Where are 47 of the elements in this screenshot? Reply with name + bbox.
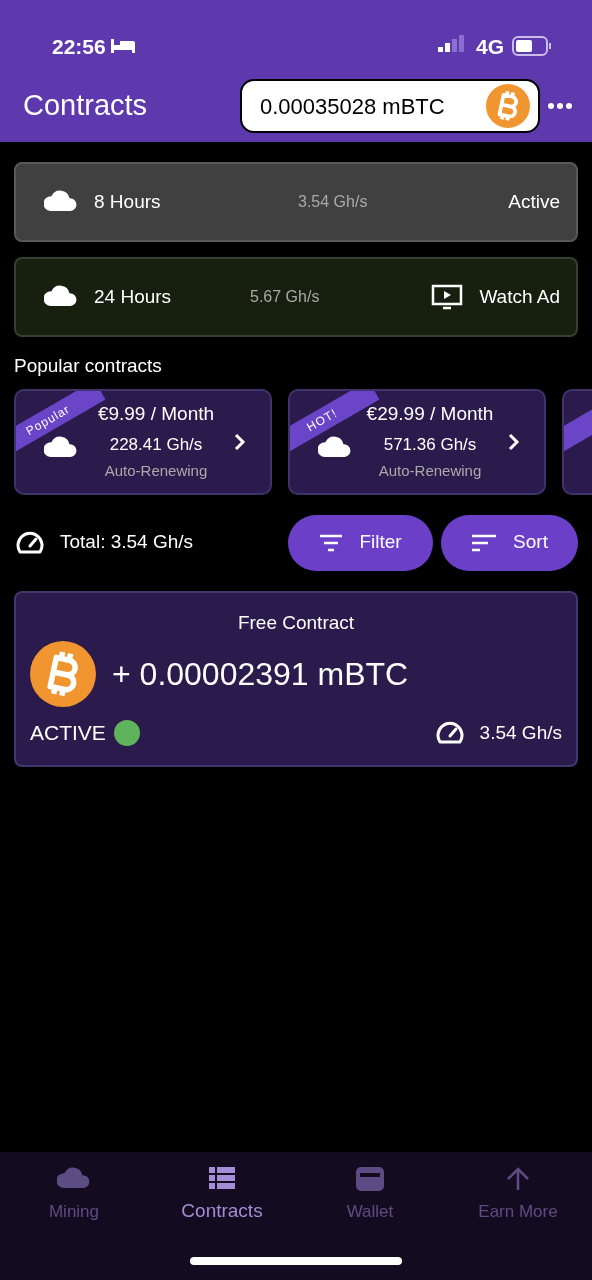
bed-icon <box>109 37 136 56</box>
wallet-icon <box>356 1167 384 1191</box>
cloud-icon <box>44 190 78 214</box>
home-indicator[interactable] <box>190 1256 402 1265</box>
plan-speed: 228.41 Gh/s <box>108 433 204 456</box>
network-type: 4G <box>476 33 504 60</box>
cloud-icon <box>44 435 78 460</box>
filter-button[interactable]: Filter <box>288 514 433 571</box>
balance-pill[interactable]: 0.00035028 mBTC <box>240 79 540 133</box>
bitcoin-icon <box>486 84 530 128</box>
cloud-icon <box>318 435 352 460</box>
chevron-icon <box>508 432 520 451</box>
list-icon <box>209 1167 235 1189</box>
speedometer-icon <box>16 530 44 555</box>
card-title: Free Contract <box>236 610 356 635</box>
contract-speed: 5.67 Gh/s <box>250 287 321 307</box>
plan-renewal: Auto-Renewing <box>377 461 483 482</box>
contract-row[interactable]: 24 Hours 5.67 Gh/s Watch Ad <box>14 257 578 337</box>
video-icon <box>431 284 464 310</box>
plan-speed: 571.36 Gh/s <box>382 433 478 456</box>
section-title: Popular contracts <box>14 354 163 378</box>
contract-status: Active <box>508 189 560 214</box>
sort-icon <box>471 533 498 552</box>
contract-status: ACTIVE <box>30 720 106 746</box>
battery-icon <box>512 36 552 57</box>
arrow-up-icon <box>506 1167 530 1191</box>
page-title: Contracts <box>22 88 148 124</box>
contract-duration: 24 Hours <box>94 284 172 309</box>
filter-icon <box>319 533 344 552</box>
plan-renewal: Auto-Renewing <box>103 461 209 482</box>
more-icon[interactable] <box>548 103 572 109</box>
contract-row[interactable]: 8 Hours 3.54 Gh/s Active <box>14 162 578 242</box>
mined-amount: + 0.00002391 mBTC <box>112 655 409 694</box>
sort-button[interactable]: Sort <box>441 514 578 571</box>
cloud-icon <box>44 285 78 309</box>
cloud-icon <box>57 1167 91 1191</box>
contract-speed: 3.54 Gh/s <box>479 720 562 745</box>
chevron-icon <box>234 432 246 451</box>
contract-speed: 3.54 Gh/s <box>298 192 369 212</box>
contract-status: Watch Ad <box>479 284 560 309</box>
status-time: 22:56 <box>52 33 106 60</box>
bitcoin-icon <box>30 641 96 707</box>
total-speed: Total: 3.54 Gh/s <box>60 530 194 555</box>
speedometer-icon <box>435 720 464 745</box>
free-contract-card[interactable]: Free Contract + 0.00002391 mBTC ACTIVE 3.54 Gh/s <box>14 590 578 767</box>
contract-duration: 8 Hours <box>94 189 161 214</box>
nav-tab[interactable]: Contracts <box>148 1166 296 1227</box>
